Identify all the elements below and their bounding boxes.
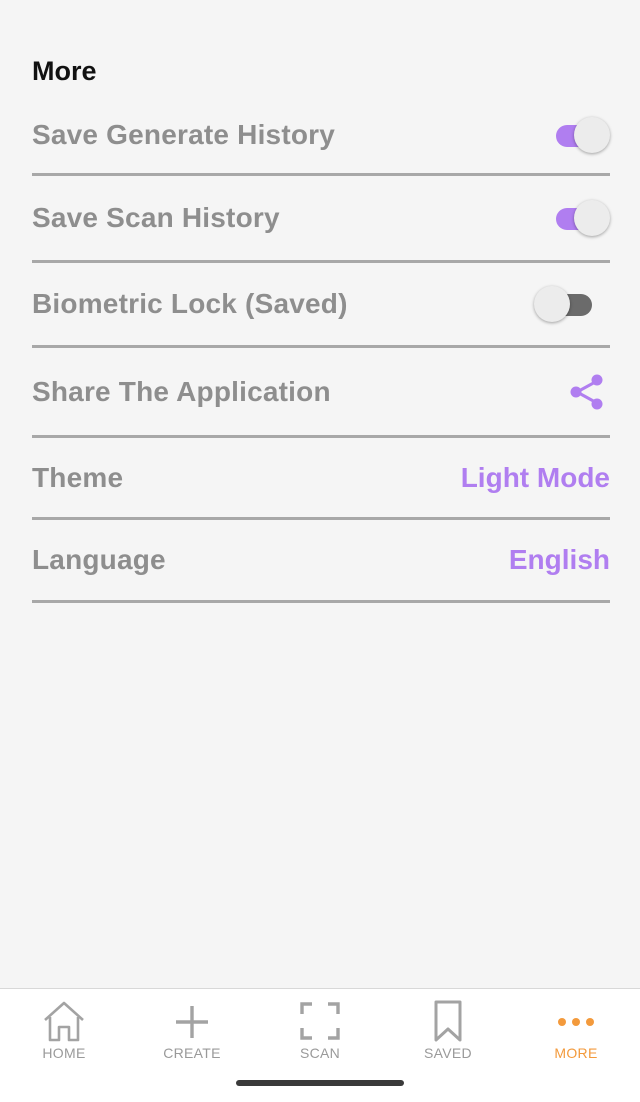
plus-icon xyxy=(176,1006,208,1038)
setting-save-scan-history[interactable]: Save Scan History xyxy=(32,176,610,263)
setting-label: Share The Application xyxy=(32,375,331,407)
setting-save-generate-history[interactable]: Save Generate History xyxy=(32,96,610,176)
bookmark-icon xyxy=(434,1000,462,1042)
nav-label: SCAN xyxy=(299,1045,341,1061)
nav-label: MORE xyxy=(554,1045,598,1061)
nav-item-more[interactable]: MORE xyxy=(512,989,640,1102)
toggle-thumb xyxy=(534,286,570,322)
setting-label: Save Scan History xyxy=(32,202,280,233)
scan-frame-icon xyxy=(300,1002,340,1040)
toggle-thumb xyxy=(574,200,610,236)
theme-value[interactable]: Light Mode xyxy=(461,462,610,494)
setting-label: Theme xyxy=(32,461,124,493)
toggle-thumb xyxy=(574,116,610,153)
page-title: More xyxy=(32,56,97,86)
home-indicator xyxy=(236,1080,404,1086)
settings-list: Save Generate History Save Scan History … xyxy=(32,96,610,603)
home-icon xyxy=(44,1001,84,1042)
biometric-lock-toggle[interactable] xyxy=(534,284,596,324)
nav-label: SAVED xyxy=(424,1045,472,1061)
save-generate-history-toggle[interactable] xyxy=(554,115,610,155)
save-scan-history-toggle[interactable] xyxy=(554,198,610,238)
language-value[interactable]: English xyxy=(509,544,610,576)
setting-label: Language xyxy=(32,544,166,575)
nav-label: CREATE xyxy=(163,1045,221,1061)
share-icon[interactable] xyxy=(568,373,606,411)
setting-language[interactable]: Language English xyxy=(32,520,610,603)
setting-label: Biometric Lock (Saved) xyxy=(32,288,348,319)
setting-share-application[interactable]: Share The Application xyxy=(32,348,610,438)
setting-theme[interactable]: Theme Light Mode xyxy=(32,438,610,520)
setting-biometric-lock[interactable]: Biometric Lock (Saved) xyxy=(32,263,610,348)
setting-label: Save Generate History xyxy=(32,118,336,150)
nav-item-home[interactable]: HOME xyxy=(0,989,128,1102)
nav-label: HOME xyxy=(42,1045,86,1061)
more-dots-icon xyxy=(558,1018,594,1026)
